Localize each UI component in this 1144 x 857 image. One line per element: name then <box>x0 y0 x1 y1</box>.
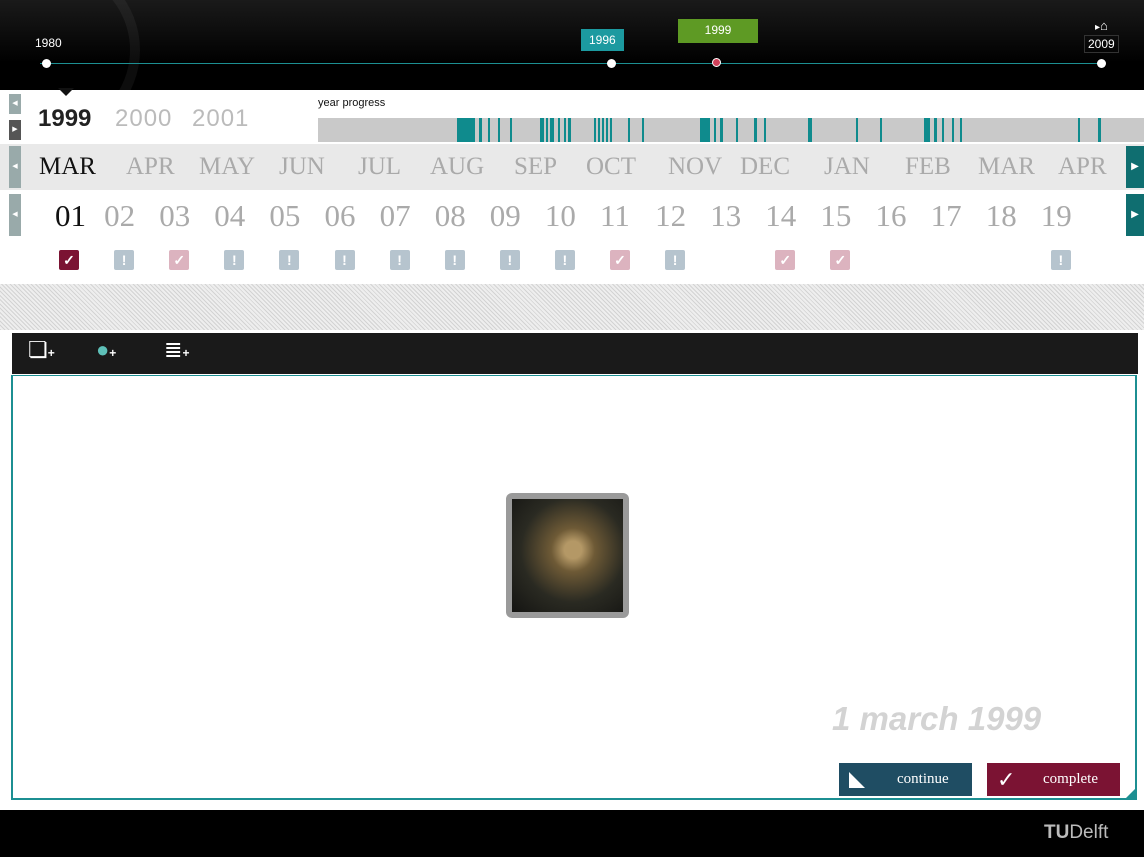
month-option[interactable]: APR <box>1058 153 1107 181</box>
day-option[interactable]: 01 <box>55 198 86 234</box>
day-prev-button[interactable]: ◀ <box>9 194 21 236</box>
timeline-current-point[interactable] <box>712 58 721 67</box>
year-next-button[interactable]: ▶ <box>9 120 21 140</box>
month-option[interactable]: JAN <box>824 153 870 181</box>
month-option[interactable]: NOV <box>668 153 722 181</box>
year-option-2000[interactable]: 2000 <box>115 105 172 133</box>
day-option[interactable]: 16 <box>876 198 907 234</box>
month-option[interactable]: MAR <box>978 153 1035 181</box>
day-option[interactable]: 05 <box>269 198 300 234</box>
month-prev-button[interactable]: ◀ <box>9 146 21 188</box>
day-option[interactable]: 02 <box>104 198 135 234</box>
month-row: ◀ MAR APR MAY JUN JUL AUG SEP OCT NOV DE… <box>0 144 1144 190</box>
warning-badge-icon[interactable]: ! <box>389 250 410 270</box>
day-option[interactable]: 04 <box>214 198 245 234</box>
footer-bar: TUDelft <box>0 810 1144 857</box>
continue-button[interactable]: continue <box>839 763 972 796</box>
entry-date-label: 1 march 1999 <box>832 700 1042 737</box>
year-progress-bar <box>318 118 1144 142</box>
day-option[interactable]: 15 <box>820 198 851 234</box>
check-badge-icon[interactable]: ✓ <box>775 250 796 270</box>
day-row: ◀ ▶ 01 ✓ 02! 03 ✓ 04! 05! 06! 07! 08! 09! 10! 11 ✓ 12!… <box>0 192 1144 282</box>
timeline-marker-1999[interactable]: 1999 <box>678 19 758 43</box>
photo-thumbnail[interactable] <box>506 493 629 618</box>
add-text-icon[interactable]: ≣+ <box>164 337 198 369</box>
month-next-button[interactable]: ▶ <box>1126 146 1144 188</box>
timeline-marker-1996[interactable]: 1996 <box>581 29 624 51</box>
add-photo-icon[interactable]: ❏+ <box>28 337 62 369</box>
tudelft-logo-tu: TU <box>1044 822 1070 843</box>
day-option[interactable]: 13 <box>710 198 741 234</box>
day-option[interactable]: 09 <box>490 198 521 234</box>
timeline-start-label: 1980 <box>35 36 62 50</box>
checkmark-icon: ✓ <box>997 767 1016 792</box>
warning-badge-icon[interactable]: ! <box>334 250 355 270</box>
check-badge-icon[interactable]: ✓ <box>610 250 630 270</box>
day-option[interactable]: 18 <box>986 198 1017 234</box>
complete-button[interactable]: ✓ complete <box>987 763 1120 796</box>
warning-badge-icon[interactable]: ! <box>665 250 686 270</box>
day-option[interactable]: 19 <box>1041 198 1072 234</box>
warning-badge-icon[interactable]: ! <box>279 250 300 270</box>
warning-badge-icon[interactable]: ! <box>499 250 520 270</box>
day-option[interactable]: 07 <box>380 198 411 234</box>
month-option[interactable]: JUN <box>279 153 325 181</box>
year-option-2001[interactable]: 2001 <box>192 105 249 133</box>
day-next-button[interactable]: ▶ <box>1126 194 1144 236</box>
warning-badge-icon[interactable]: ! <box>1050 250 1071 270</box>
day-option[interactable]: 10 <box>545 198 576 234</box>
year-prev-button[interactable]: ◀ <box>9 94 21 114</box>
day-option[interactable]: 03 <box>159 198 190 234</box>
divider-strip <box>0 284 1144 330</box>
complete-label: complete <box>1043 771 1098 787</box>
resize-handle[interactable] <box>1126 789 1135 798</box>
timeline-start-point[interactable] <box>42 59 51 68</box>
warning-badge-icon[interactable]: ! <box>444 250 465 270</box>
day-option[interactable]: 12 <box>655 198 686 234</box>
warning-badge-icon[interactable]: ! <box>224 250 245 270</box>
timeline-end-label: 2009 <box>1084 35 1119 53</box>
selected-year[interactable]: 1999 <box>38 105 91 133</box>
timeline-bar: 1980 1996 1999 ▸⌂ 2009 <box>0 0 1144 140</box>
year-progress-label: year progress <box>318 97 386 109</box>
day-option[interactable]: 17 <box>931 198 962 234</box>
day-option[interactable]: 08 <box>435 198 466 234</box>
month-option[interactable]: MAY <box>199 153 255 181</box>
month-option[interactable]: APR <box>126 153 175 181</box>
check-badge-icon[interactable]: ✓ <box>830 250 851 270</box>
continue-icon <box>849 772 865 788</box>
tudelft-logo-delft: Delft <box>1069 822 1109 843</box>
tudelft-logo: TUDelft <box>1044 822 1108 844</box>
day-option[interactable]: 14 <box>765 198 796 234</box>
day-option[interactable]: 11 <box>600 198 630 234</box>
check-badge-icon[interactable]: ✓ <box>59 250 79 270</box>
month-option[interactable]: FEB <box>905 153 951 181</box>
continue-label: continue <box>897 771 949 787</box>
timeline-end-point[interactable] <box>1097 59 1106 68</box>
photo-image <box>512 499 623 612</box>
selected-month[interactable]: MAR <box>39 153 96 181</box>
check-badge-icon[interactable]: ✓ <box>169 250 190 270</box>
month-option[interactable]: JUL <box>358 153 401 181</box>
month-option[interactable]: OCT <box>586 153 636 181</box>
day-option[interactable]: 06 <box>325 198 356 234</box>
add-location-icon[interactable]: ●+ <box>96 337 130 369</box>
timeline-point-1996[interactable] <box>607 59 616 68</box>
content-toolbar: ❏+ ●+ ≣+ <box>12 333 1138 374</box>
timeline-track <box>40 63 1104 64</box>
caret-down-icon <box>58 88 74 96</box>
month-option[interactable]: DEC <box>740 153 790 181</box>
month-option[interactable]: AUG <box>430 153 484 181</box>
warning-badge-icon[interactable]: ! <box>114 250 135 270</box>
month-option[interactable]: SEP <box>514 153 557 181</box>
warning-badge-icon[interactable]: ! <box>554 250 575 270</box>
home-icon[interactable]: ▸⌂ <box>1095 18 1108 33</box>
